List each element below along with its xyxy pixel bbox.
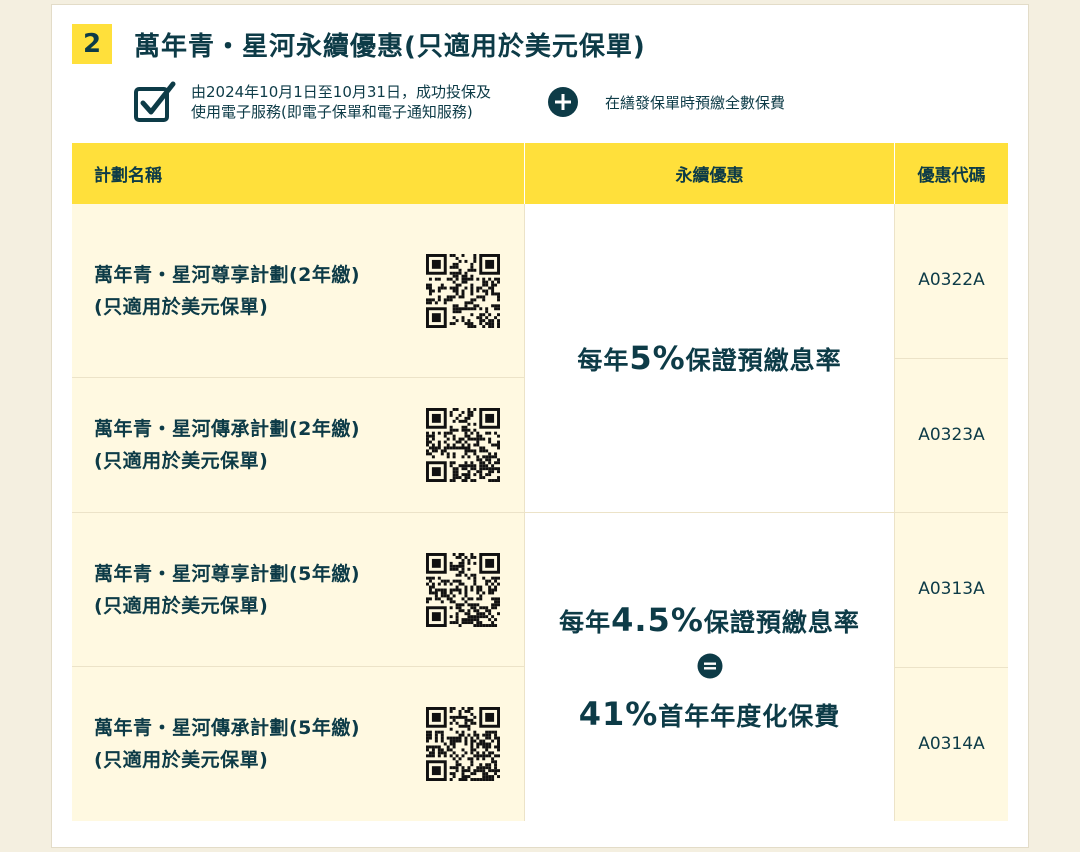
offer-suffix: 保證預繳息率 (685, 346, 842, 375)
offer-rate-a: 每年5%保證預繳息率 (577, 339, 841, 377)
offer-suffix: 保證預繳息率 (703, 608, 860, 637)
code-cell: A0323A (895, 359, 1008, 512)
offer-rate-b: 每年4.5%保證預繳息率 (559, 601, 860, 639)
offer-cell-b: 每年4.5%保證預繳息率 41%首年年度化保費 (525, 513, 894, 821)
table-row: 萬年青・星河尊享計劃(5年繳) (只適用於美元保單) (72, 513, 524, 666)
divider (72, 377, 524, 378)
qr-code-icon[interactable] (426, 408, 500, 482)
plan-name-line2: (只適用於美元保單) (94, 295, 269, 318)
condition-extra: 在繕發保單時預繳全數保費 (605, 93, 786, 112)
plan-name-line2: (只適用於美元保單) (94, 749, 269, 771)
code-cell: A0322A (895, 204, 1008, 358)
divider (895, 358, 1008, 359)
divider (72, 666, 524, 667)
offer-prefix: 每年 (577, 346, 630, 375)
divider (895, 667, 1008, 668)
offer-table: 計劃名稱 永續優惠 優惠代碼 萬年青・星河尊享計劃(2年繳) (只適用於美元保單… (72, 143, 1008, 821)
offer-prefix: 每年 (559, 608, 612, 637)
header-code: 優惠代碼 (895, 143, 1008, 204)
plan-name-line1: 萬年青・星河尊享計劃(2年繳) (94, 263, 361, 286)
equivalent-value: 41% (578, 695, 659, 733)
qr-code-icon[interactable] (426, 253, 500, 328)
condition-text: 由2024年10月1日至10月31日，成功投保及 使用電子服務(即電子保單和電子… (191, 82, 531, 122)
divider (72, 512, 1008, 513)
qr-code-icon[interactable] (426, 707, 500, 781)
header-offer: 永續優惠 (525, 143, 894, 204)
plan-name: 萬年青・星河傳承計劃(2年繳) (只適用於美元保單) (94, 413, 424, 477)
condition-line-1: 由2024年10月1日至10月31日，成功投保及 (191, 83, 491, 101)
code-cell: A0313A (895, 513, 1008, 667)
header-plan-name: 計劃名稱 (72, 143, 524, 204)
section-title: 萬年青・星河永續優惠(只適用於美元保單) (134, 31, 646, 62)
code-cell: A0314A (895, 668, 1008, 821)
checkbox-checked-icon (134, 81, 176, 122)
plan-name-line1: 萬年青・星河傳承計劃(5年繳) (94, 717, 361, 739)
equivalent-suffix: 首年年度化保費 (658, 702, 841, 731)
plan-name-line1: 萬年青・星河傳承計劃(2年繳) (94, 418, 361, 440)
condition-line-2: 使用電子服務(即電子保單和電子通知服務) (191, 103, 473, 121)
plan-name-line2: (只適用於美元保單) (94, 594, 269, 617)
plan-name: 萬年青・星河尊享計劃(2年繳) (只適用於美元保單) (94, 259, 424, 323)
plus-circle-icon (548, 87, 578, 117)
table-row: 萬年青・星河傳承計劃(5年繳) (只適用於美元保單) (72, 667, 524, 821)
plan-name-line1: 萬年青・星河尊享計劃(5年繳) (94, 562, 361, 585)
section-header: 2 萬年青・星河永續優惠(只適用於美元保單) (72, 24, 646, 64)
plan-name: 萬年青・星河尊享計劃(5年繳) (只適用於美元保單) (94, 558, 424, 622)
table-row: 萬年青・星河傳承計劃(2年繳) (只適用於美元保單) (72, 378, 524, 512)
offer-cell-a: 每年5%保證預繳息率 (525, 204, 894, 512)
qr-code-icon[interactable] (426, 552, 500, 627)
offer-equivalent: 41%首年年度化保費 (579, 695, 841, 733)
offer-value: 5% (629, 339, 686, 377)
plan-name-line2: (只適用於美元保單) (94, 450, 269, 472)
section-number-badge: 2 (72, 24, 112, 64)
offer-value: 4.5% (611, 601, 704, 639)
plan-name: 萬年青・星河傳承計劃(5年繳) (只適用於美元保單) (94, 712, 424, 776)
conditions-row: 由2024年10月1日至10月31日，成功投保及 使用電子服務(即電子保單和電子… (133, 78, 785, 126)
table-row: 萬年青・星河尊享計劃(2年繳) (只適用於美元保單) (72, 204, 524, 377)
equals-circle-icon (697, 653, 722, 679)
